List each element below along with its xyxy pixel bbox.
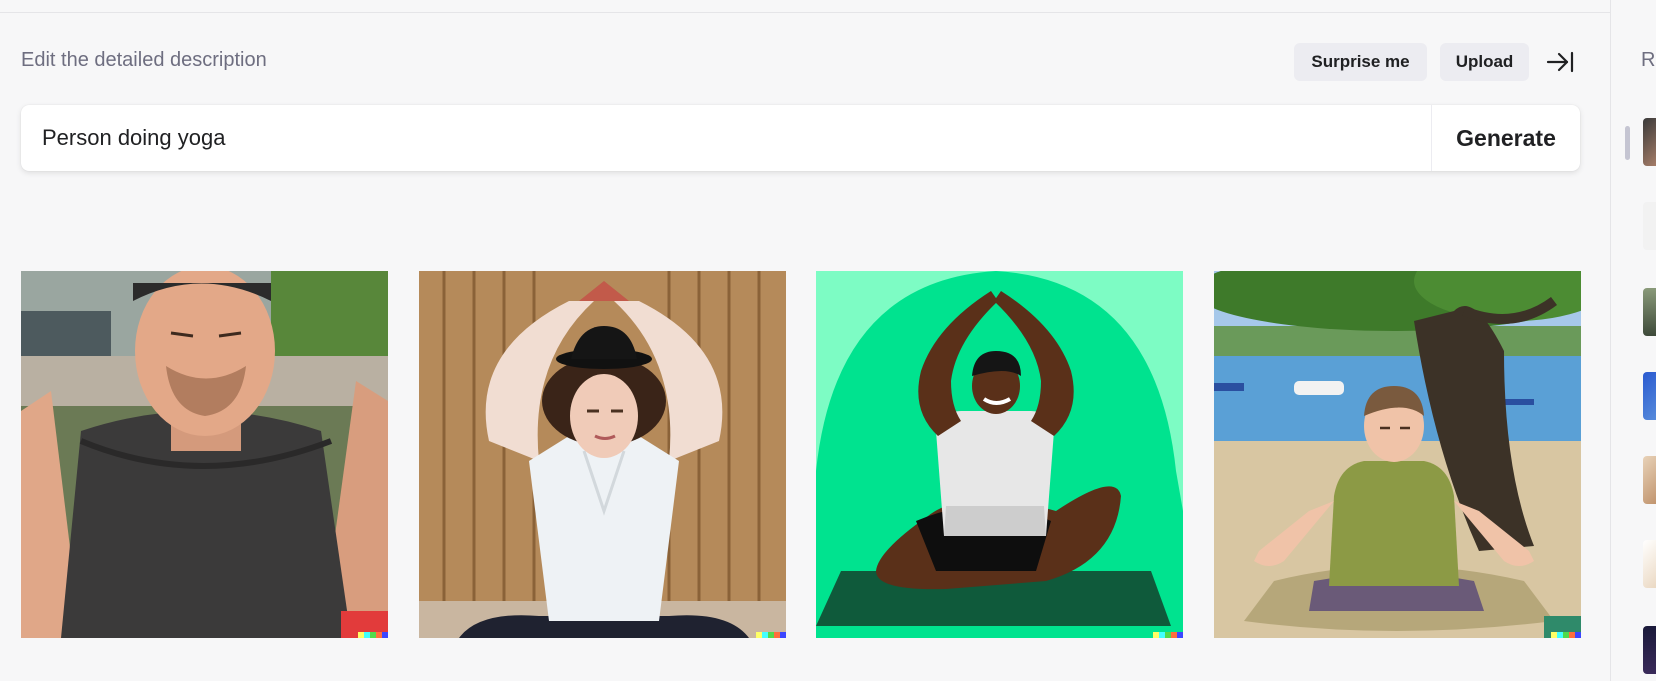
collapse-sidebar-icon[interactable] [1545,49,1575,75]
image-signature [756,632,786,638]
image-signature [1551,632,1581,638]
result-image-2[interactable] [419,271,786,638]
sidebar-scrollbar[interactable] [1625,126,1630,160]
page-subtitle: Edit the detailed description [21,49,267,71]
history-sidebar: R [1610,0,1656,681]
history-thumbnail[interactable] [1643,202,1656,250]
result-image-3[interactable] [816,271,1183,638]
generate-button[interactable]: Generate [1432,105,1580,171]
history-thumbnail[interactable] [1643,540,1656,588]
editor-main: Edit the detailed description Surprise m… [0,0,1610,681]
top-divider [0,12,1610,13]
surprise-me-button[interactable]: Surprise me [1294,43,1427,81]
history-thumbnail[interactable] [1643,626,1656,674]
history-thumbnail[interactable] [1643,372,1656,420]
sidebar-title: R [1641,49,1656,71]
history-thumbnail[interactable] [1643,118,1656,166]
prompt-input[interactable]: Person doing yoga [21,105,1431,171]
history-thumbnail[interactable] [1643,288,1656,336]
image-signature [1153,632,1183,638]
image-signature [358,632,388,638]
upload-button[interactable]: Upload [1440,43,1529,81]
history-thumbnail[interactable] [1643,456,1656,504]
prompt-box: Person doing yoga Generate [21,105,1580,171]
result-image-4[interactable] [1214,271,1581,638]
result-image-1[interactable] [21,271,388,638]
